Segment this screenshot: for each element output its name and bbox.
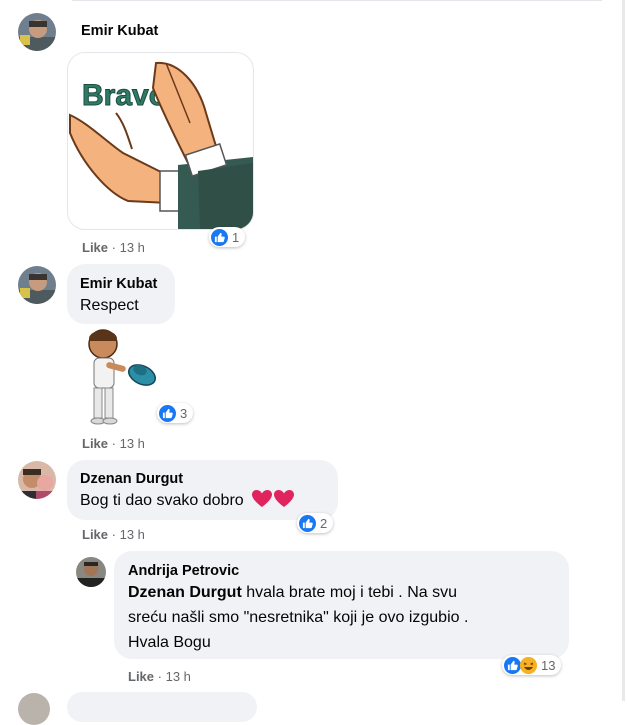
- comment-author-name[interactable]: Dzenan Durgut: [80, 471, 183, 487]
- like-reaction-icon: [299, 514, 316, 532]
- reaction-summary[interactable]: 13: [502, 655, 562, 675]
- comment-timestamp[interactable]: 13 h: [120, 436, 145, 451]
- meta-separator: ·: [111, 240, 116, 255]
- comment-text: Bog ti dao svako dobro: [80, 489, 295, 516]
- comment-author-name[interactable]: Emir Kubat: [80, 276, 157, 292]
- avatar-next-comment[interactable]: [18, 693, 50, 725]
- reaction-count: 1: [232, 229, 240, 245]
- haha-reaction-icon: [520, 656, 537, 674]
- reply-timestamp[interactable]: 13 h: [166, 669, 191, 684]
- reply-line-3: Hvala Bogu: [128, 634, 211, 651]
- reply-text: Dzenan Durgut hvala brate moj i tebi . N…: [128, 581, 457, 605]
- comment-meta: Like · 13 h: [82, 527, 145, 542]
- like-link[interactable]: Like: [82, 240, 108, 255]
- like-reaction-icon: [159, 404, 176, 422]
- like-link[interactable]: Like: [82, 436, 108, 451]
- like-link[interactable]: Like: [128, 669, 154, 684]
- reply-meta: Like · 13 h: [128, 669, 191, 684]
- reaction-count: 2: [320, 515, 328, 531]
- scrollbar[interactable]: [622, 0, 625, 701]
- reply-line-2: sreću našli smo "nesretnika" koji je ovo…: [128, 609, 469, 626]
- reaction-summary[interactable]: 1: [209, 227, 246, 247]
- tipping-hat-sticker[interactable]: [76, 326, 160, 426]
- reaction-summary[interactable]: 2: [297, 513, 334, 533]
- comment-author-name[interactable]: Emir Kubat: [81, 23, 158, 39]
- like-reaction-icon: [504, 656, 521, 674]
- next-comment-bubble: [67, 692, 257, 722]
- reaction-count: 13: [541, 657, 556, 673]
- meta-separator: ·: [111, 436, 116, 451]
- divider-line: [72, 0, 602, 1]
- avatar-emir-kubat[interactable]: [18, 266, 56, 304]
- comment-timestamp[interactable]: 13 h: [120, 240, 145, 255]
- like-reaction-icon: [211, 228, 228, 246]
- avatar-andrija-petrovic[interactable]: [76, 557, 106, 587]
- meta-separator: ·: [157, 669, 162, 684]
- reply-author-name[interactable]: Andrija Petrovic: [128, 563, 239, 579]
- comment-body: Bog ti dao svako dobro: [80, 492, 244, 509]
- reaction-count: 3: [180, 405, 188, 421]
- bravo-sticker[interactable]: Bravo: [67, 52, 254, 230]
- like-link[interactable]: Like: [82, 527, 108, 542]
- avatar-emir-kubat[interactable]: [18, 13, 56, 51]
- avatar-dzenan-durgut[interactable]: [18, 461, 56, 499]
- reply-line-1: hvala brate moj i tebi . Na svu: [241, 584, 457, 601]
- heart-emoji-icon: [252, 490, 295, 516]
- comment-timestamp[interactable]: 13 h: [120, 527, 145, 542]
- meta-separator: ·: [111, 527, 116, 542]
- mention-link[interactable]: Dzenan Durgut: [128, 584, 242, 601]
- comment-meta: Like · 13 h: [82, 240, 145, 255]
- reaction-summary[interactable]: 3: [157, 403, 194, 423]
- comment-text: Respect: [80, 297, 139, 314]
- comment-meta: Like · 13 h: [82, 436, 145, 451]
